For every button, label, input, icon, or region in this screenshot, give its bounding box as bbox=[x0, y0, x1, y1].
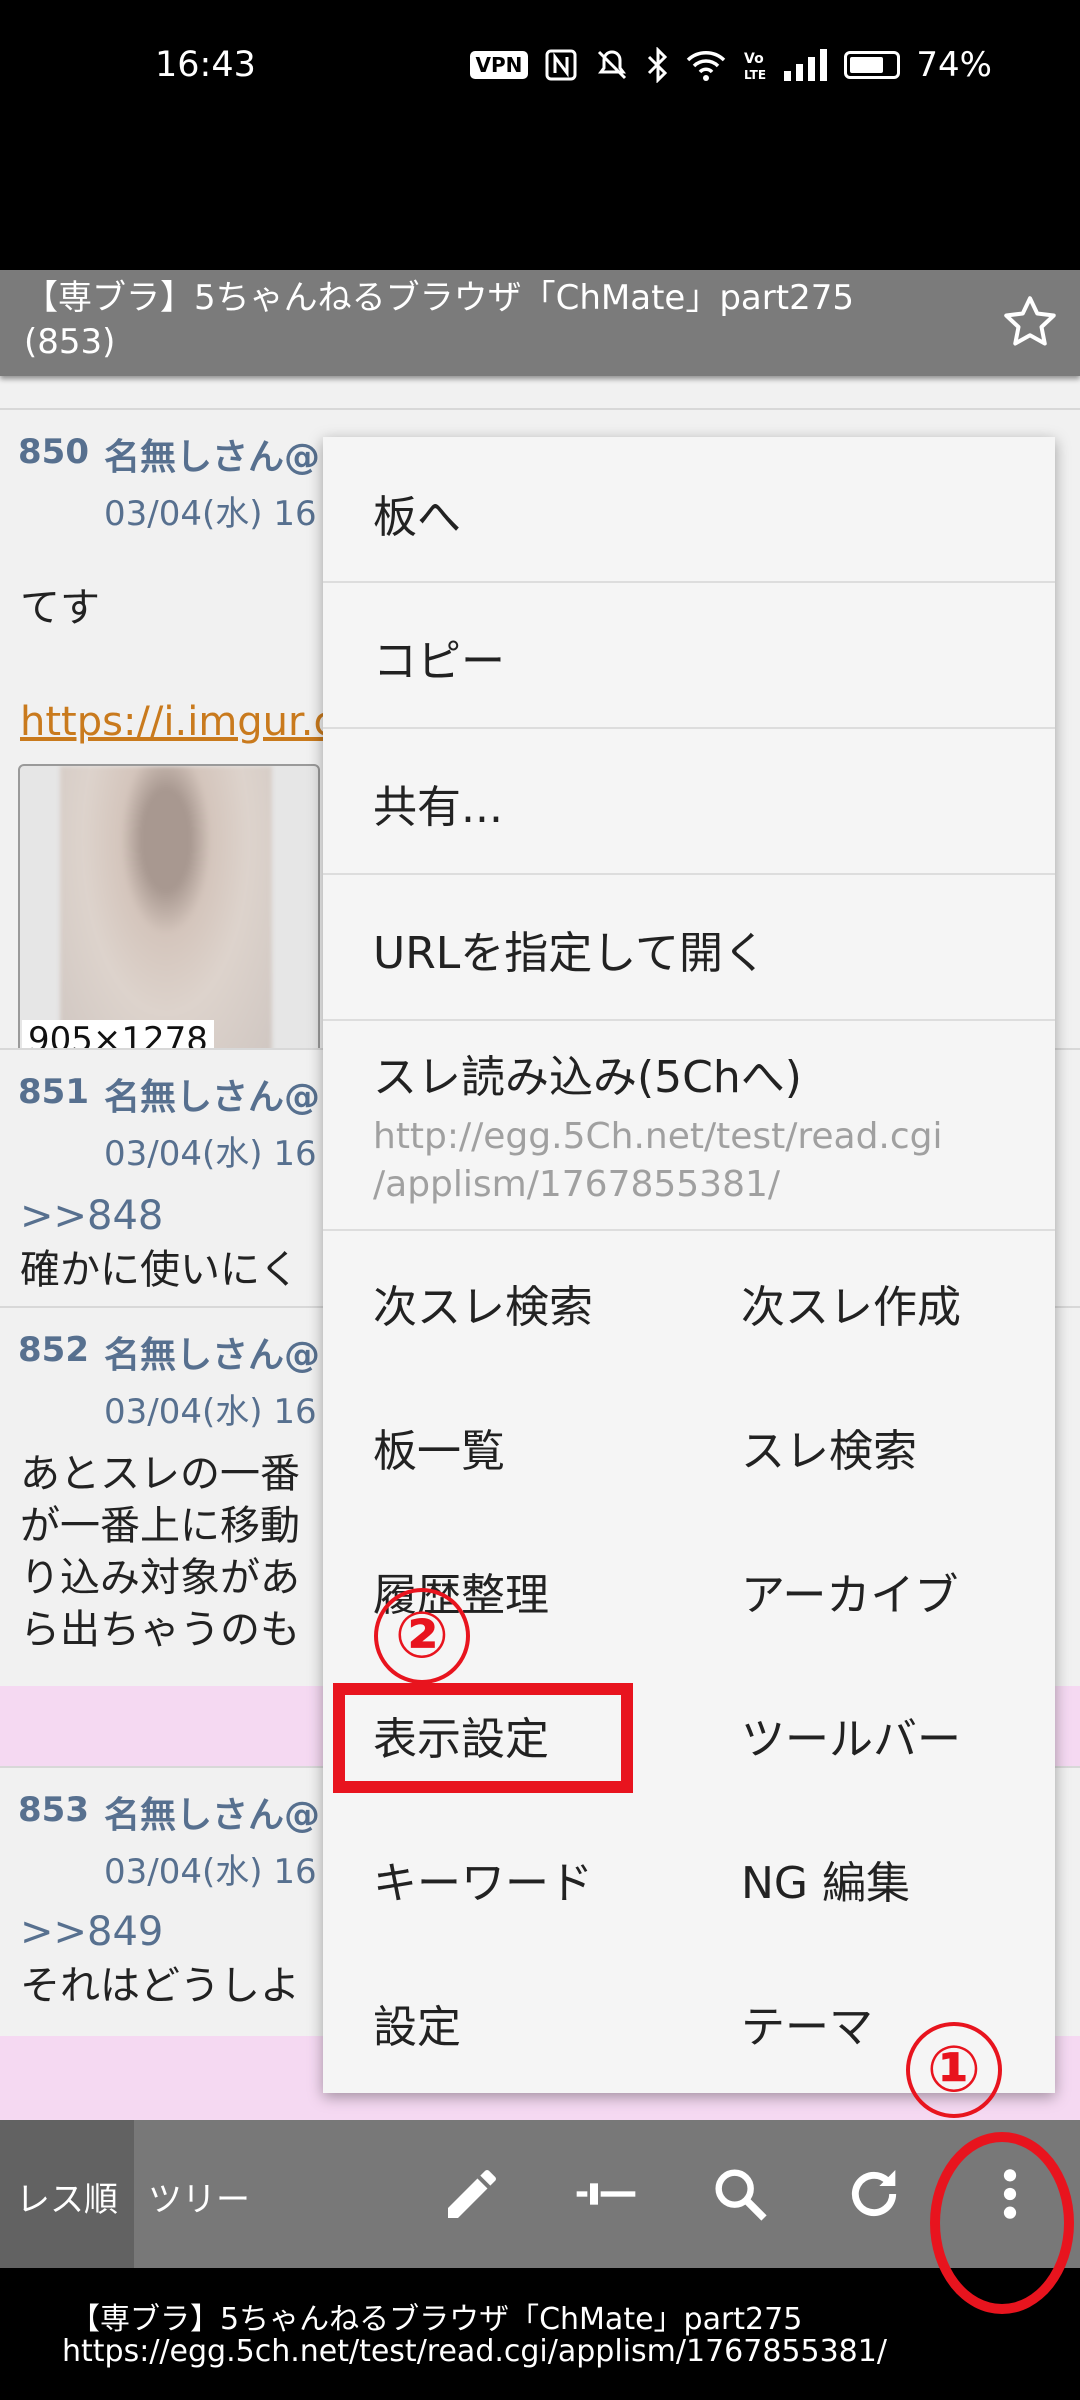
thread-post-count: (853) bbox=[24, 322, 116, 362]
menu-divider bbox=[323, 581, 1055, 583]
wifi-icon bbox=[687, 51, 726, 81]
star-icon[interactable] bbox=[1000, 292, 1060, 352]
post-date: 03/04(水) 16 bbox=[104, 1392, 317, 1432]
post-number[interactable]: 851 bbox=[18, 1072, 89, 1112]
post-author[interactable]: 名無しさん@ bbox=[104, 1786, 320, 1838]
thread-title-bar[interactable]: 【専ブラ】5ちゃんねるブラウザ「ChMate」part275 (853) bbox=[0, 270, 1080, 376]
menu-item-share[interactable]: 共有... bbox=[373, 771, 503, 835]
tab-tree[interactable]: ツリー bbox=[148, 2172, 250, 2221]
post-link[interactable]: https://i.imgur.c bbox=[20, 694, 336, 750]
menu-item-theme[interactable]: テーマ bbox=[741, 1991, 873, 2055]
menu-item-thread-search[interactable]: スレ検索 bbox=[741, 1415, 917, 1479]
thread-title: 【専ブラ】5ちゃんねるブラウザ「ChMate」part275 (853) bbox=[24, 276, 954, 364]
overflow-menu: 板へ コピー 共有... URLを指定して開く スレ読み込み(5Chへ) htt… bbox=[323, 437, 1055, 2093]
post-number[interactable]: 850 bbox=[18, 432, 89, 472]
menu-item-copy[interactable]: コピー bbox=[373, 625, 505, 689]
post-body: それはどうしよ bbox=[20, 1963, 300, 2009]
post-anchor-link[interactable]: >>848 bbox=[20, 1188, 163, 1244]
svg-text:Vo: Vo bbox=[744, 51, 764, 67]
post-author[interactable]: 名無しさん@ bbox=[104, 428, 320, 480]
menu-divider bbox=[323, 1229, 1055, 1231]
refresh-icon[interactable] bbox=[842, 2162, 906, 2226]
signal-icon bbox=[784, 49, 828, 81]
menu-item-next-thread-create[interactable]: 次スレ作成 bbox=[741, 1271, 961, 1335]
menu-item-keyword[interactable]: キーワード bbox=[373, 1847, 593, 1911]
menu-divider bbox=[323, 873, 1055, 875]
menu-divider bbox=[323, 727, 1055, 729]
post-body: 確かに使いにく bbox=[20, 1247, 300, 1293]
slider-icon[interactable] bbox=[574, 2162, 638, 2226]
pencil-icon[interactable] bbox=[440, 2162, 504, 2226]
post-date: 03/04(水) 16 bbox=[104, 1852, 317, 1892]
menu-divider bbox=[323, 1019, 1055, 1021]
menu-item-settings[interactable]: 設定 bbox=[373, 1991, 461, 2055]
status-time: 16:43 bbox=[155, 45, 256, 85]
bottom-notification[interactable]: 【専ブラ】5ちゃんねるブラウザ「ChMate」part275 https://e… bbox=[0, 2268, 1080, 2400]
post-author[interactable]: 名無しさん@ bbox=[104, 1326, 320, 1378]
step-2-marker: ② bbox=[374, 1588, 470, 1684]
post-date: 03/04(水) 16 bbox=[104, 494, 317, 534]
menu-item-toolbar[interactable]: ツールバー bbox=[741, 1703, 961, 1767]
notification-url: https://egg.5ch.net/test/read.cgi/applis… bbox=[62, 2334, 887, 2369]
menu-item-to-board[interactable]: 板へ bbox=[373, 481, 461, 545]
mute-icon bbox=[598, 50, 627, 80]
battery-level bbox=[850, 57, 883, 73]
post-author[interactable]: 名無しさん@ bbox=[104, 1068, 320, 1120]
battery-icon bbox=[844, 51, 901, 79]
thread-title-text: 【専ブラ】5ちゃんねるブラウザ「ChMate」part275 bbox=[24, 278, 854, 318]
menu-item-reload-label: スレ読み込み(5Chへ) bbox=[373, 1052, 802, 1103]
menu-item-next-thread-search[interactable]: 次スレ検索 bbox=[373, 1271, 593, 1335]
menu-item-archive[interactable]: アーカイブ bbox=[741, 1559, 958, 1623]
post-body-line: り込み対象があ bbox=[20, 1555, 300, 1601]
post-body-line: が一番上に移動 bbox=[20, 1503, 300, 1549]
menu-item-board-list[interactable]: 板一覧 bbox=[373, 1415, 505, 1479]
menu-item-ng-edit[interactable]: NG 編集 bbox=[741, 1847, 910, 1911]
tab-order[interactable]: レス順 bbox=[16, 2172, 118, 2221]
post-anchor-link[interactable]: >>849 bbox=[20, 1904, 163, 1960]
post-date: 03/04(水) 16 bbox=[104, 1134, 317, 1174]
volte-icon: VoLTE bbox=[744, 51, 766, 82]
thumbnail-image bbox=[60, 766, 272, 1062]
step-1-marker: ① bbox=[906, 2022, 1002, 2118]
post-number[interactable]: 852 bbox=[18, 1330, 89, 1370]
status-icons: VPN Vo LTE 74% bbox=[469, 45, 992, 85]
post-body-line: あとスレの一番 bbox=[20, 1451, 300, 1497]
highlight-box-display-settings bbox=[333, 1683, 633, 1793]
menu-item-reload-url: http://egg.5Ch.net/test/read.cgi bbox=[373, 1116, 943, 1157]
previous-post-tail bbox=[0, 376, 1080, 386]
vpn-icon: VPN bbox=[469, 51, 529, 79]
bluetooth-icon bbox=[648, 47, 668, 83]
menu-item-reload-url: /applism/1767855381/ bbox=[373, 1164, 781, 1205]
post-body: てす bbox=[20, 585, 100, 631]
nfc-icon bbox=[545, 49, 577, 81]
post-body-line: ら出ちゃうのも bbox=[20, 1607, 300, 1653]
svg-text:LTE: LTE bbox=[744, 68, 766, 82]
bottom-toolbar: レス順 ツリー bbox=[0, 2120, 1080, 2268]
search-icon[interactable] bbox=[708, 2162, 772, 2226]
image-thumbnail[interactable]: 905×1278 bbox=[18, 764, 320, 1064]
highlight-oval-more-button bbox=[930, 2132, 1074, 2314]
battery-percent: 74% bbox=[916, 45, 992, 85]
post-number[interactable]: 853 bbox=[18, 1790, 89, 1830]
menu-item-open-url[interactable]: URLを指定して開く bbox=[373, 917, 767, 981]
notification-title: 【専ブラ】5ちゃんねるブラウザ「ChMate」part275 bbox=[70, 2302, 803, 2337]
